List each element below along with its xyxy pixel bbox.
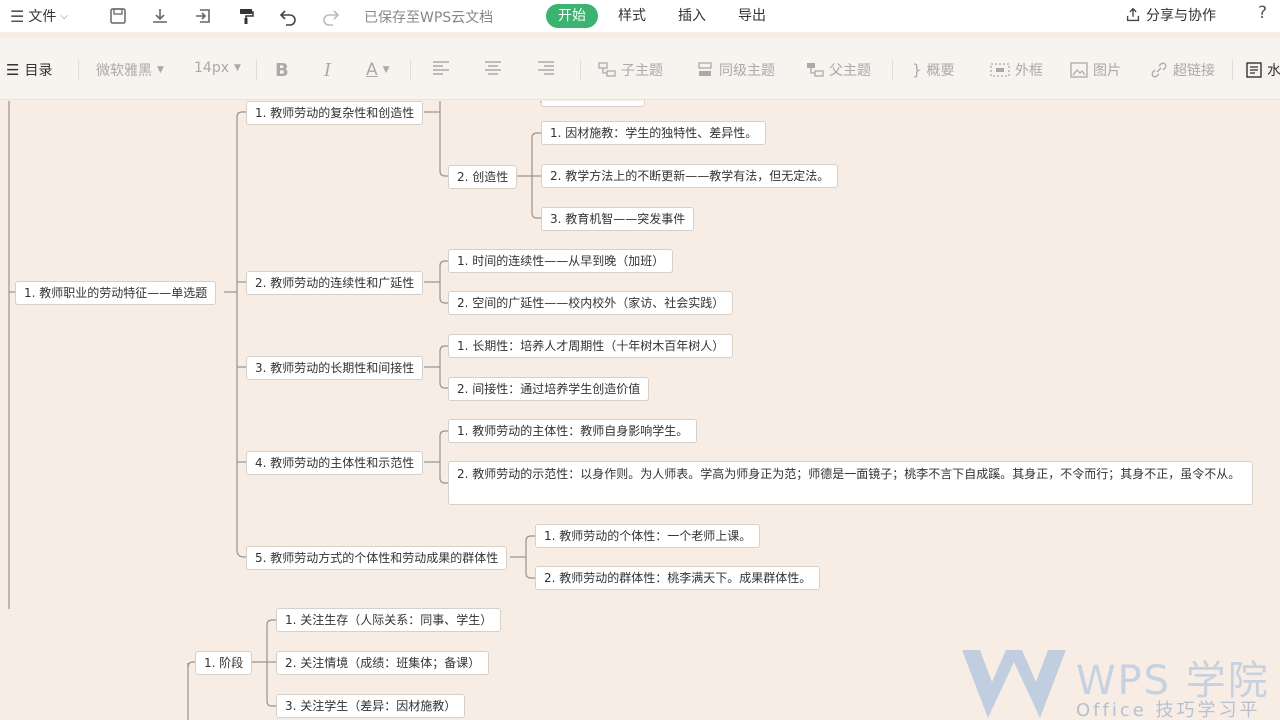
branch-topic[interactable]: 3. 教师劳动的长期性和间接性 xyxy=(246,356,424,380)
leaf-topic[interactable]: 1. 因材施教：学生的独特性、差异性。 xyxy=(541,121,767,145)
leaf-topic[interactable]: 2. 关注情境（成绩：班集体；备课） xyxy=(276,651,490,675)
align-right-button[interactable] xyxy=(537,60,555,76)
summary-button[interactable]: } 概要 xyxy=(912,60,955,80)
branch-topic[interactable]: 1. 教师劳动的复杂性和创造性 xyxy=(246,101,424,125)
file-menu-label: 文件 xyxy=(28,9,57,25)
parent-topic-icon xyxy=(807,63,824,77)
tab-start[interactable]: 开始 xyxy=(546,4,598,28)
branch-topic[interactable]: 4. 教师劳动的主体性和示范性 xyxy=(246,451,424,475)
image-label: 图片 xyxy=(1093,63,1121,79)
child-topic-icon xyxy=(598,62,616,77)
sibling-topic-icon xyxy=(698,62,712,76)
font-size-select[interactable]: 14px ▼ xyxy=(194,60,241,76)
watermark-tagline: Office 技巧学习平台 xyxy=(1076,700,1261,720)
branch-topic[interactable]: 2. 教师劳动的连续性和广延性 xyxy=(246,271,424,295)
format-painter-icon[interactable] xyxy=(235,5,257,27)
leaf-topic[interactable]: 1. 教师劳动的个体性：一个老师上课。 xyxy=(535,524,761,548)
sibling-topic-button[interactable]: 同级主题 xyxy=(696,60,775,80)
font-size-value: 14px xyxy=(194,60,229,76)
mindmap-canvas[interactable]: 1. 教师职业的劳动特征——单选题 1. 教师劳动的复杂性和创造性 2. 教师劳… xyxy=(0,101,1280,720)
toolbar-divider xyxy=(256,60,257,80)
undo-icon[interactable] xyxy=(277,5,299,27)
share-button[interactable]: 分享与协作 xyxy=(1124,5,1216,25)
bold-button[interactable]: B xyxy=(275,60,289,81)
frame-button[interactable]: 外框 xyxy=(990,60,1043,80)
file-menu[interactable]: ☰ 文件 ⌵ xyxy=(10,5,68,27)
toolbar-divider xyxy=(1232,60,1233,80)
italic-button[interactable]: I xyxy=(324,60,331,81)
share-label: 分享与协作 xyxy=(1146,8,1216,24)
watermark-button[interactable]: 水 xyxy=(1246,60,1280,80)
watermark-label: 水 xyxy=(1267,63,1280,79)
hyperlink-button[interactable]: 超链接 xyxy=(1150,60,1215,80)
font-family-select[interactable]: 微软雅黑 ▼ xyxy=(96,60,164,80)
stage-topic[interactable]: 1. 阶段 xyxy=(195,651,253,675)
toolbar-divider xyxy=(892,60,893,80)
outline-button[interactable]: ☰ 目录 xyxy=(6,60,52,80)
link-icon xyxy=(1151,62,1167,78)
parent-topic-button[interactable]: 父主题 xyxy=(806,60,871,80)
align-center-icon xyxy=(485,61,501,75)
wps-academy-watermark: WPS 学院 Office 技巧学习平台 xyxy=(958,648,1280,720)
chevron-down-icon: ⌵ xyxy=(60,10,68,22)
align-left-icon xyxy=(433,61,449,75)
font-family-value: 微软雅黑 xyxy=(96,63,152,79)
root-topic[interactable]: 1. 教师职业的劳动特征——单选题 xyxy=(15,281,217,305)
leaf-topic[interactable]: 2. 教师劳动的群体性：桃李满天下。成果群体性。 xyxy=(535,566,821,590)
watermark-icon xyxy=(1246,62,1262,78)
leaf-topic[interactable]: 3. 关注学生（差异：因材施教） xyxy=(276,694,466,718)
redo-icon[interactable] xyxy=(320,5,342,27)
leaf-topic[interactable]: 1. 关注生存（人际关系：同事、学生） xyxy=(276,608,502,632)
image-icon xyxy=(1070,62,1088,78)
help-icon[interactable]: ? xyxy=(1258,3,1267,23)
summary-label: 概要 xyxy=(926,63,955,79)
caret-down-icon: ▼ xyxy=(157,65,164,75)
leaf-topic[interactable]: 2. 教师劳动的示范性：以身作则。为人师表。学高为师身正为范；师德是一面镜子；桃… xyxy=(448,461,1253,505)
sibling-topic-label: 同级主题 xyxy=(719,63,775,79)
subtopic-creativity[interactable]: 2. 创造性 xyxy=(448,165,518,189)
frame-label: 外框 xyxy=(1015,63,1043,79)
align-right-icon xyxy=(538,61,554,75)
top-menu-bar: ☰ 文件 ⌵ 已保存至WPS云文档 开始 样式 插入 导出 分享与协作 ? xyxy=(0,0,1280,32)
leaf-topic[interactable]: 2. 间接性：通过培养学生创造价值 xyxy=(448,377,650,401)
mindmap-connectors xyxy=(8,101,645,720)
toolbar-divider xyxy=(78,60,79,80)
branch-topic[interactable]: 5. 教师劳动方式的个体性和劳动成果的群体性 xyxy=(246,546,508,570)
share-icon xyxy=(1126,7,1140,22)
partial-node[interactable] xyxy=(541,101,645,107)
leaf-topic[interactable]: 1. 时间的连续性——从早到晚（加班） xyxy=(448,249,674,273)
frame-icon xyxy=(990,63,1010,77)
hyperlink-label: 超链接 xyxy=(1173,63,1215,79)
leaf-topic[interactable]: 3. 教育机智——突发事件 xyxy=(541,207,695,231)
toolbar-divider xyxy=(580,60,581,80)
align-center-button[interactable] xyxy=(484,60,502,76)
parent-topic-label: 父主题 xyxy=(829,63,871,79)
tab-export[interactable]: 导出 xyxy=(738,4,766,28)
save-icon[interactable] xyxy=(107,5,129,27)
child-topic-label: 子主题 xyxy=(621,63,663,79)
export-file-icon[interactable] xyxy=(192,5,214,27)
saved-status: 已保存至WPS云文档 xyxy=(364,10,494,26)
outline-icon: ☰ xyxy=(6,61,20,79)
hamburger-icon: ☰ xyxy=(10,6,25,26)
tab-insert[interactable]: 插入 xyxy=(678,4,706,28)
wps-logo-icon xyxy=(962,650,1066,718)
caret-down-icon: ▼ xyxy=(382,65,390,75)
font-color-icon: A xyxy=(366,60,378,80)
download-icon[interactable] xyxy=(149,5,171,27)
caret-down-icon: ▼ xyxy=(234,63,241,73)
leaf-topic[interactable]: 1. 教师劳动的主体性：教师自身影响学生。 xyxy=(448,419,698,443)
child-topic-button[interactable]: 子主题 xyxy=(598,60,663,80)
outline-label: 目录 xyxy=(24,63,53,79)
leaf-topic[interactable]: 2. 教学方法上的不断更新——教学有法，但无定法。 xyxy=(541,164,839,188)
formatting-toolbar: ☰ 目录 微软雅黑 ▼ 14px ▼ B I A ▼ 子主题 同级主题 父主题 … xyxy=(0,38,1280,100)
tab-style[interactable]: 样式 xyxy=(618,4,646,28)
image-button[interactable]: 图片 xyxy=(1070,60,1121,80)
font-color-button[interactable]: A ▼ xyxy=(366,60,390,80)
leaf-topic[interactable]: 2. 空间的广延性——校内校外（家访、社会实践） xyxy=(448,291,734,315)
toolbar-divider xyxy=(410,60,411,80)
leaf-topic[interactable]: 1. 长期性：培养人才周期性（十年树木百年树人） xyxy=(448,334,734,358)
align-left-button[interactable] xyxy=(432,60,450,76)
brace-icon: } xyxy=(912,61,922,79)
